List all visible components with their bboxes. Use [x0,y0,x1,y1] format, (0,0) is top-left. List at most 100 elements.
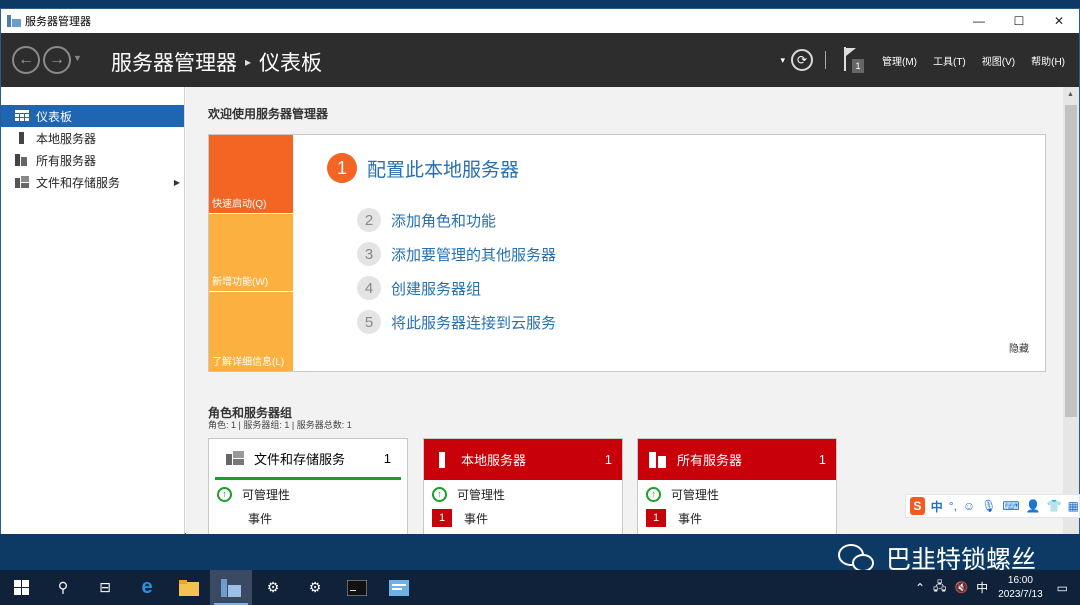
system-tray: ⌃ 🖧 🔇 中 16:00 2023/7/13 ▭ [915,570,1080,605]
ime-mode-toggle[interactable]: 中 [931,498,943,515]
show-hidden-icons-icon[interactable]: ⌃ [915,581,925,595]
breadcrumb-dropdown-icon[interactable]: ▾ [780,55,785,66]
server-icon [435,451,449,468]
windows-logo-icon [13,580,29,595]
emoji-icon[interactable]: ☺ [963,499,975,513]
clock[interactable]: 16:00 2023/7/13 [998,574,1043,602]
tile-whats-new[interactable]: 新增功能(W) [209,213,293,291]
chevron-right-icon[interactable]: ▶ [174,178,180,187]
microphone-icon[interactable]: 🎙 [981,499,996,513]
tray-ime-indicator[interactable]: 中 [976,579,988,596]
taskbar-file-explorer[interactable] [168,570,210,605]
notifications-button[interactable]: 1 [840,45,866,75]
roles-summary: 角色: 1 | 服务器组: 1 | 服务器总数: 1 [208,420,352,430]
arrow-right-icon: → [49,51,65,68]
step-number: 2 [357,208,381,232]
card-all-servers[interactable]: 所有服务器 1 ↑ 可管理性 1 事件 [637,438,837,534]
card-header: 文件和存储服务 1 [215,439,401,480]
welcome-title: 欢迎使用服务器管理器 [208,107,329,121]
sidebar: 仪表板 本地服务器 所有服务器 文件和存储服务 ▶ [1,87,185,534]
search-button[interactable]: ⚲ [42,570,84,605]
history-dropdown-icon[interactable]: ▼ [73,53,82,63]
terminal-icon [347,579,367,596]
taskbar-control-panel[interactable]: ⚙ [252,570,294,605]
servers-icon [649,451,667,468]
taskbar-internet-explorer[interactable]: e [126,570,168,605]
breadcrumb-root[interactable]: 服务器管理器 [111,47,237,77]
step-number: 5 [357,310,381,334]
card-header: 所有服务器 1 [638,439,836,480]
settings-icon: ⚙ [308,579,322,595]
menu-tools[interactable]: 工具(T) [933,53,966,68]
server-manager-icon [221,578,241,597]
sidebar-item-file-storage[interactable]: 文件和存储服务 ▶ [1,171,184,193]
card-row-events[interactable]: 1 事件 [424,506,622,530]
card-file-storage[interactable]: 文件和存储服务 1 ↑ 可管理性 事件 [208,438,408,534]
card-row-events[interactable]: 1 事件 [638,506,836,530]
task-view-icon: ⊟ [99,579,111,595]
sogou-ime-icon[interactable]: S [910,497,925,515]
arrow-left-icon: ← [18,51,34,68]
menu-view[interactable]: 视图(V) [982,53,1015,68]
card-row-events[interactable]: 事件 [209,506,407,530]
minimize-button[interactable]: — [959,9,999,33]
breadcrumb: 服务器管理器 ▸ 仪表板 [111,47,322,77]
menu-manage[interactable]: 管理(M) [882,53,917,68]
taskbar-system-info[interactable] [378,570,420,605]
status-ok-icon: ↑ [432,486,447,502]
step-add-servers[interactable]: 3 添加要管理的其他服务器 [357,242,556,266]
tile-learn-more[interactable]: 了解详细信息(L) [209,291,293,371]
taskbar-command-prompt[interactable] [336,570,378,605]
taskbar-settings[interactable]: ⚙ [294,570,336,605]
vertical-scrollbar[interactable]: ▲ [1063,87,1079,534]
sidebar-item-all-servers[interactable]: 所有服务器 [1,149,184,171]
row-label: 可管理性 [671,487,720,502]
toolbox-icon[interactable]: ▦ [1068,499,1079,513]
step-create-server-group[interactable]: 4 创建服务器组 [357,276,481,300]
file-storage-icon [226,451,244,465]
step-configure-local-server[interactable]: 1 配置此本地服务器 [327,153,519,183]
row-label: 事件 [678,511,703,526]
menu-help[interactable]: 帮助(H) [1031,53,1065,68]
card-row-manageability[interactable]: ↑ 可管理性 [209,482,407,506]
sidebar-item-local-server[interactable]: 本地服务器 [1,127,184,149]
taskbar: ⚲ ⊟ e ⚙ ⚙ ⌃ 🖧 🔇 中 16:00 2023/7/13 ▭ [0,570,1080,605]
tile-quick-start[interactable]: 快速启动(Q) [209,135,293,213]
status-ok-icon: ↑ [217,486,232,502]
close-button[interactable]: ✕ [1039,9,1079,33]
card-row-manageability[interactable]: ↑ 可管理性 [638,482,836,506]
card-local-server[interactable]: 本地服务器 1 ↑ 可管理性 1 事件 [423,438,623,534]
volume-muted-icon[interactable]: 🔇 [954,581,968,594]
row-label: 事件 [464,511,489,526]
network-icon[interactable]: 🖧 [933,577,946,598]
clock-date: 2023/7/13 [998,588,1043,600]
step-connect-cloud[interactable]: 5 将此服务器连接到云服务 [357,310,556,334]
notification-center-icon[interactable]: ▭ [1057,581,1068,595]
tile-label: 新增功能(W) [212,277,269,288]
task-view-button[interactable]: ⊟ [84,570,126,605]
skin-icon[interactable]: 👕 [1047,499,1062,513]
hide-link[interactable]: 隐藏 [1009,340,1029,355]
keyboard-icon[interactable]: ⌨ [1002,499,1019,513]
back-button[interactable]: ← [12,46,40,74]
scrollbar-thumb[interactable] [1065,105,1077,417]
header-divider [824,51,826,69]
refresh-icon: ⟳ [796,53,808,67]
step-number: 1 [327,153,357,183]
forward-button[interactable]: → [43,46,71,74]
scroll-up-icon[interactable]: ▲ [1067,91,1074,98]
window-title: 服务器管理器 [25,16,91,28]
step-number: 4 [357,276,381,300]
refresh-button[interactable]: ⟳ [790,49,813,71]
taskbar-server-manager[interactable] [210,570,252,605]
step-add-roles[interactable]: 2 添加角色和功能 [357,208,496,232]
sidebar-item-dashboard[interactable]: 仪表板 [1,105,184,127]
user-icon[interactable]: 👤 [1026,499,1041,513]
title-bar[interactable]: 服务器管理器 — ☐ ✕ [1,9,1079,33]
start-button[interactable] [0,570,42,605]
ime-punctuation-toggle[interactable]: °, [949,499,957,513]
card-title: 所有服务器 [677,453,743,468]
maximize-button[interactable]: ☐ [999,9,1039,33]
sidebar-item-label: 所有服务器 [36,153,97,168]
card-row-manageability[interactable]: ↑ 可管理性 [424,482,622,506]
